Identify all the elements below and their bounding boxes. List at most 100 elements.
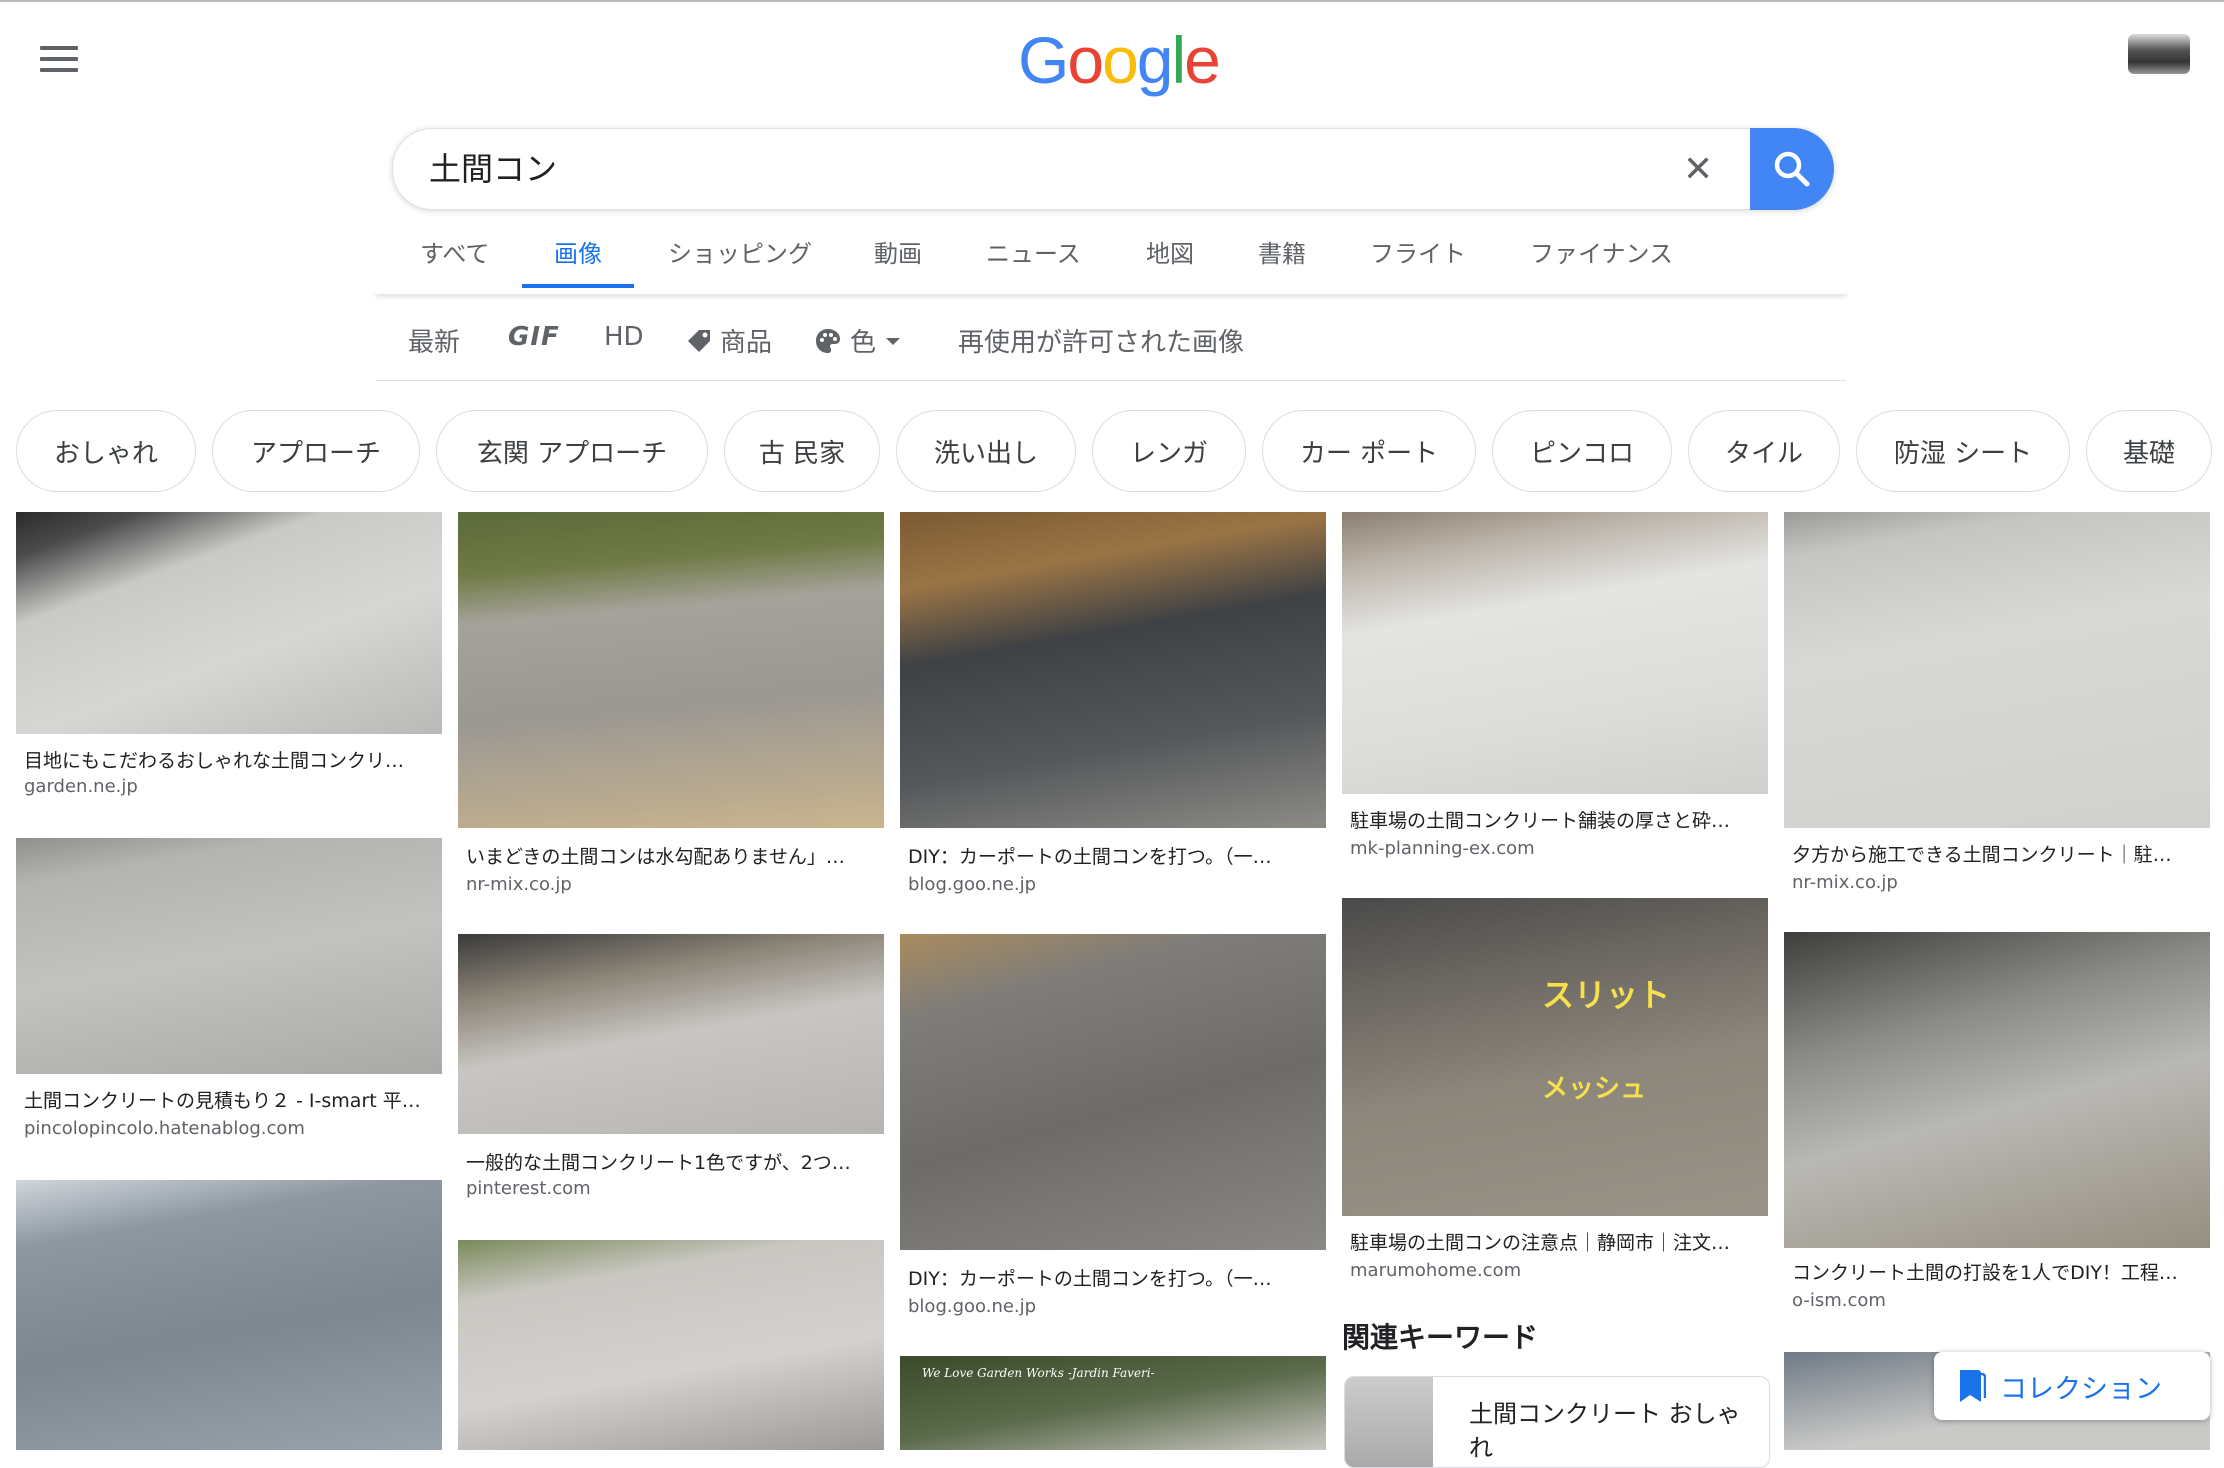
avatar[interactable] bbox=[2128, 34, 2190, 74]
result-thumbnail bbox=[16, 838, 442, 1074]
result-thumbnail bbox=[1784, 932, 2210, 1248]
image-result[interactable]: DIY：カーポートの土間コンを打つ。（一… blog.goo.ne.jp bbox=[900, 512, 1326, 912]
result-site: o-ism.com bbox=[1792, 1290, 1886, 1311]
tab-all[interactable]: すべて bbox=[420, 234, 489, 269]
palette-icon bbox=[816, 328, 840, 353]
filter-reusable[interactable]: 再使用が許可された画像 bbox=[958, 322, 1244, 359]
result-thumbnail bbox=[16, 512, 442, 734]
tab-news[interactable]: ニュース bbox=[986, 234, 1081, 269]
tab-flights[interactable]: フライト bbox=[1370, 234, 1466, 269]
result-title: 一般的な土間コンクリート1色ですが、2つ… bbox=[466, 1152, 851, 1174]
filter-product[interactable]: 商品 bbox=[686, 322, 772, 359]
filter-hd[interactable]: HD bbox=[604, 322, 644, 352]
result-site: mk-planning-ex.com bbox=[1350, 838, 1535, 859]
related-keyword-card[interactable]: 土間コンクリート おしゃれ bbox=[1344, 1376, 1770, 1468]
result-title: DIY：カーポートの土間コンを打つ。（一… bbox=[908, 846, 1272, 868]
search-button[interactable] bbox=[1750, 128, 1834, 210]
logo-letter: o bbox=[1102, 23, 1139, 97]
result-thumbnail bbox=[458, 1240, 884, 1450]
result-thumbnail bbox=[458, 934, 884, 1134]
result-site: pinterest.com bbox=[466, 1178, 591, 1199]
result-thumbnail bbox=[1784, 512, 2210, 828]
filters-divider bbox=[376, 380, 1846, 381]
search-icon bbox=[1774, 151, 1810, 187]
result-thumbnail bbox=[16, 1180, 442, 1450]
chip-suggestion[interactable]: アプローチ bbox=[212, 410, 420, 492]
result-site: marumohome.com bbox=[1350, 1260, 1522, 1281]
thumbnail-watermark: We Love Garden Works -Jardin Faveri- bbox=[922, 1366, 1155, 1380]
result-site: nr-mix.co.jp bbox=[466, 874, 572, 895]
chip-suggestion[interactable]: 基礎 bbox=[2086, 410, 2212, 492]
collections-label: コレクション bbox=[2000, 1373, 2162, 1405]
related-keyword-label: 土間コンクリート おしゃれ bbox=[1469, 1400, 1741, 1462]
result-title: DIY：カーポートの土間コンを打つ。（一… bbox=[908, 1268, 1272, 1290]
logo-letter: g bbox=[1136, 23, 1174, 97]
image-result[interactable]: 目地にもこだわるおしゃれな土間コンクリ… garden.ne.jp bbox=[16, 512, 442, 812]
image-result[interactable] bbox=[16, 1180, 442, 1450]
menu-icon[interactable] bbox=[40, 46, 78, 76]
filter-product-label: 商品 bbox=[720, 328, 773, 358]
image-result[interactable]: スリット メッシュ 駐車場の土間コンの注意点｜静岡市｜注文… marumohom… bbox=[1342, 898, 1768, 1288]
filter-color-label: 色 bbox=[850, 328, 877, 358]
logo-letter: G bbox=[1018, 23, 1069, 97]
chip-suggestion[interactable]: ピンコロ bbox=[1492, 410, 1672, 492]
result-title: 目地にもこだわるおしゃれな土間コンクリ… bbox=[24, 750, 405, 772]
image-result[interactable]: コンクリート土間の打設を1人でDIY！工程… o-ism.com bbox=[1784, 932, 2210, 1322]
result-thumbnail bbox=[900, 934, 1326, 1250]
result-site: garden.ne.jp bbox=[24, 776, 138, 797]
image-result[interactable]: 駐車場の土間コンクリート舗装の厚さと砕… mk-planning-ex.com bbox=[1342, 512, 1768, 872]
thumbnail-annotation: メッシュ bbox=[1542, 1074, 1647, 1104]
collections-button[interactable]: コレクション bbox=[1934, 1352, 2210, 1420]
close-icon[interactable]: ✕ bbox=[1683, 149, 1713, 190]
chip-suggestion[interactable]: 古 民家 bbox=[724, 410, 880, 492]
thumbnail-annotation: スリット bbox=[1542, 976, 1671, 1014]
chip-suggestion[interactable]: カー ポート bbox=[1262, 410, 1476, 492]
image-result[interactable]: 土間コンクリートの見積もり２ - I-smart 平… pincolopinco… bbox=[16, 838, 442, 1139]
result-title: コンクリート土間の打設を1人でDIY！工程… bbox=[1792, 1262, 2178, 1284]
result-title: いまどきの土間コンは水勾配ありません」… bbox=[466, 846, 845, 868]
chip-suggestion[interactable]: レンガ bbox=[1092, 410, 1246, 492]
result-thumbnail bbox=[458, 512, 884, 828]
chip-suggestion[interactable]: 玄関 アプローチ bbox=[436, 410, 708, 492]
filter-color[interactable]: 色 bbox=[814, 322, 902, 359]
chip-suggestion[interactable]: 防湿 シート bbox=[1856, 410, 2070, 492]
image-result[interactable] bbox=[458, 1240, 884, 1450]
image-result[interactable]: We Love Garden Works -Jardin Faveri- bbox=[900, 1356, 1326, 1450]
tab-books[interactable]: 書籍 bbox=[1258, 234, 1306, 269]
search-tabs: すべて 画像 ショッピング 動画 ニュース 地図 書籍 フライト ファイナンス bbox=[376, 228, 1846, 288]
filter-gif[interactable]: GIF bbox=[508, 322, 560, 352]
image-result[interactable]: いまどきの土間コンは水勾配ありません」… nr-mix.co.jp bbox=[458, 512, 884, 912]
tab-images[interactable]: 画像 bbox=[554, 234, 602, 269]
result-site: pincolopincolo.hatenablog.com bbox=[24, 1118, 305, 1139]
logo-letter: e bbox=[1184, 23, 1221, 97]
caret-down-icon bbox=[886, 337, 901, 345]
result-site: blog.goo.ne.jp bbox=[908, 1296, 1037, 1317]
chip-suggestion[interactable]: 洗い出し bbox=[896, 410, 1076, 492]
search-bar: ✕ bbox=[392, 128, 1834, 210]
bookmark-icon bbox=[1960, 1370, 1986, 1402]
result-title: 土間コンクリートの見積もり２ - I-smart 平… bbox=[24, 1090, 421, 1112]
related-thumbnail bbox=[1345, 1377, 1433, 1467]
result-title: 駐車場の土間コンクリート舗装の厚さと砕… bbox=[1350, 810, 1731, 832]
filter-latest[interactable]: 最新 bbox=[408, 322, 460, 359]
tab-videos[interactable]: 動画 bbox=[874, 234, 922, 269]
tab-finance[interactable]: ファイナンス bbox=[1530, 234, 1673, 269]
google-logo[interactable]: Google bbox=[1018, 22, 1221, 98]
result-title: 夕方から施工できる土間コンクリート｜駐… bbox=[1792, 844, 2172, 866]
image-result[interactable]: 一般的な土間コンクリート1色ですが、2つ… pinterest.com bbox=[458, 934, 884, 1214]
chip-suggestion[interactable]: おしゃれ bbox=[16, 410, 196, 492]
result-thumbnail: スリット メッシュ bbox=[1342, 898, 1768, 1216]
logo-letter: o bbox=[1067, 23, 1104, 97]
tag-icon bbox=[688, 329, 710, 352]
result-site: nr-mix.co.jp bbox=[1792, 872, 1898, 893]
tab-shopping[interactable]: ショッピング bbox=[668, 234, 812, 269]
chip-suggestion[interactable]: タイル bbox=[1688, 410, 1840, 492]
tab-maps[interactable]: 地図 bbox=[1146, 234, 1194, 269]
search-input[interactable] bbox=[427, 147, 1631, 187]
tabs-divider bbox=[376, 288, 1846, 294]
logo-letter: l bbox=[1171, 23, 1187, 97]
image-result[interactable]: DIY：カーポートの土間コンを打つ。（一… blog.goo.ne.jp bbox=[900, 934, 1326, 1317]
related-keywords-heading: 関連キーワード bbox=[1342, 1321, 1539, 1354]
result-site: blog.goo.ne.jp bbox=[908, 874, 1037, 895]
image-result[interactable]: 夕方から施工できる土間コンクリート｜駐… nr-mix.co.jp bbox=[1784, 512, 2210, 902]
